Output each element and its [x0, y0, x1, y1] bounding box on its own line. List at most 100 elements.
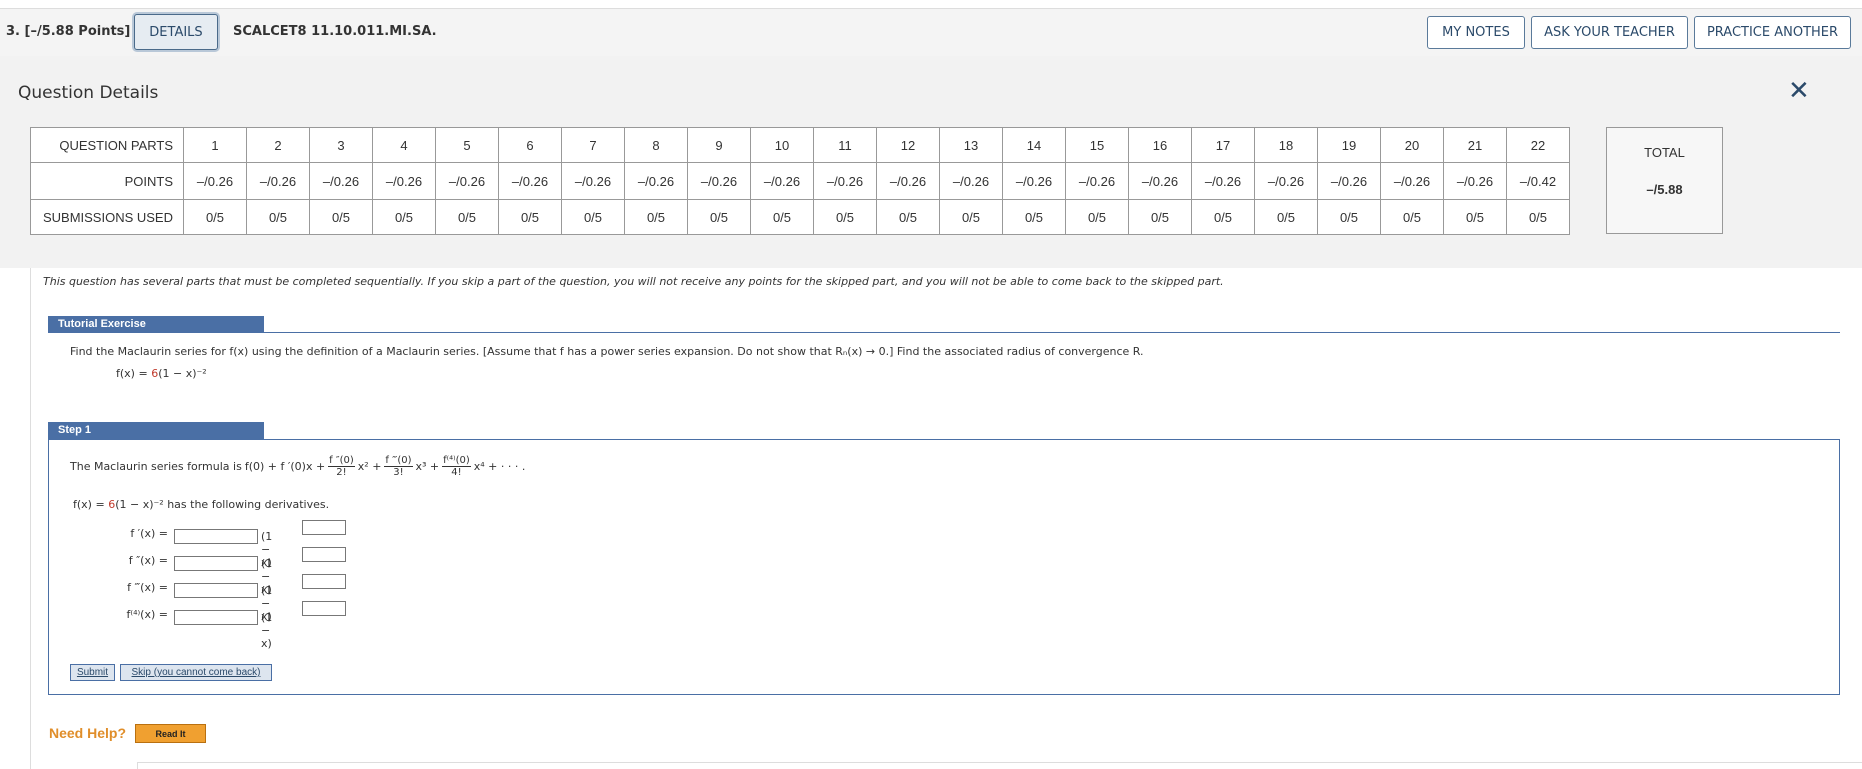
step-1-header: Step 1	[48, 422, 264, 439]
formula-term-3: f ‴(0) 3!	[384, 455, 413, 478]
part-points: –/0.26	[1128, 162, 1192, 200]
third-derivative-label: f ‴(x) =	[127, 581, 168, 594]
part-points: –/0.26	[1002, 162, 1066, 200]
third-derivative-coefficient-input[interactable]	[174, 583, 258, 598]
part-submissions: 0/5	[1380, 199, 1444, 235]
part-submissions: 0/5	[624, 199, 688, 235]
fourth-derivative-base: (1 − x)	[261, 611, 273, 650]
fourth-derivative-coefficient-input[interactable]	[174, 610, 258, 625]
part-submissions: 0/5	[372, 199, 436, 235]
part-submissions: 0/5	[309, 199, 373, 235]
tutorial-divider	[264, 332, 1840, 333]
points-row: POINTS –/0.26 –/0.26 –/0.26 –/0.26 –/0.2…	[30, 162, 1570, 200]
part-submissions: 0/5	[498, 199, 562, 235]
exercise-instructions: Find the Maclaurin series for f(x) using…	[70, 345, 1144, 358]
ask-teacher-button[interactable]: ASK YOUR TEACHER	[1531, 16, 1688, 49]
fraction-numerator: f ‴(0)	[384, 455, 413, 467]
points-row-label: POINTS	[30, 162, 184, 200]
need-help-label: Need Help?	[49, 725, 127, 741]
part-number: 16	[1128, 127, 1192, 163]
deriv-intro-rhs: (1 − x)⁻² has the following derivatives.	[115, 498, 330, 511]
part-submissions: 0/5	[1317, 199, 1381, 235]
help-frame	[137, 762, 1862, 769]
question-details-title: Question Details	[18, 83, 159, 103]
part-points: –/0.42	[1506, 162, 1570, 200]
part-submissions: 0/5	[939, 199, 1003, 235]
submissions-row-label: SUBMISSIONS USED	[30, 199, 184, 235]
part-number: 12	[876, 127, 940, 163]
first-derivative-label: f ′(x) =	[130, 527, 168, 540]
part-number: 5	[435, 127, 499, 163]
total-value: –/5.88	[1646, 182, 1683, 197]
part-number: 10	[750, 127, 814, 163]
part-points: –/0.26	[435, 162, 499, 200]
my-notes-button[interactable]: MY NOTES	[1427, 16, 1525, 49]
function-definition: f(x) = 6(1 − x)⁻²	[116, 367, 207, 380]
part-points: –/0.26	[750, 162, 814, 200]
fourth-derivative-label: f⁽⁴⁾(x) =	[126, 608, 169, 621]
first-derivative-coefficient-input[interactable]	[174, 529, 258, 544]
part-points: –/0.26	[1065, 162, 1129, 200]
question-code: SCALCET8 11.10.011.MI.SA.	[233, 24, 437, 39]
part-points: –/0.26	[183, 162, 247, 200]
third-derivative-exponent-input[interactable]	[302, 574, 346, 589]
part-submissions: 0/5	[1002, 199, 1066, 235]
part-submissions: 0/5	[435, 199, 499, 235]
part-number: 19	[1317, 127, 1381, 163]
formula-term-2: f ″(0) 2!	[328, 455, 355, 478]
deriv-intro-lhs: f(x) =	[73, 498, 109, 511]
close-icon[interactable]: ✕	[1788, 78, 1810, 104]
part-submissions: 0/5	[183, 199, 247, 235]
formula-power: x³ +	[415, 460, 440, 473]
formula-power: x⁴ + · · · .	[473, 460, 526, 473]
part-number: 22	[1506, 127, 1570, 163]
part-submissions: 0/5	[1128, 199, 1192, 235]
formula-intro: The Maclaurin series formula is	[70, 460, 242, 473]
first-derivative-exponent-input[interactable]	[302, 520, 346, 535]
part-submissions: 0/5	[1506, 199, 1570, 235]
fraction-denominator: 2!	[336, 467, 347, 478]
part-points: –/0.26	[624, 162, 688, 200]
part-points: –/0.26	[1443, 162, 1507, 200]
read-it-button[interactable]: Read It	[135, 724, 206, 743]
practice-another-button[interactable]: PRACTICE ANOTHER	[1694, 16, 1851, 49]
part-points: –/0.26	[1380, 162, 1444, 200]
function-lhs: f(x) =	[116, 367, 152, 380]
maclaurin-formula: The Maclaurin series formula is f(0) + f…	[70, 455, 525, 478]
part-points: –/0.26	[876, 162, 940, 200]
part-points: –/0.26	[309, 162, 373, 200]
second-derivative-exponent-input[interactable]	[302, 547, 346, 562]
formula-start: f(0) + f ′(0)x +	[244, 460, 326, 473]
tutorial-exercise-header: Tutorial Exercise	[48, 316, 264, 333]
part-number: 20	[1380, 127, 1444, 163]
part-submissions: 0/5	[246, 199, 310, 235]
question-parts-table: QUESTION PARTS 1 2 3 4 5 6 7 8 9 10 11 1…	[30, 127, 1570, 235]
part-number: 4	[372, 127, 436, 163]
fourth-derivative-exponent-input[interactable]	[302, 601, 346, 616]
submissions-row: SUBMISSIONS USED 0/5 0/5 0/5 0/5 0/5 0/5…	[30, 199, 1570, 235]
part-number: 13	[939, 127, 1003, 163]
second-derivative-label: f ″(x) =	[128, 554, 168, 567]
parts-row-label: QUESTION PARTS	[30, 127, 184, 163]
part-number: 15	[1065, 127, 1129, 163]
part-points: –/0.26	[1317, 162, 1381, 200]
part-number: 8	[624, 127, 688, 163]
part-number: 17	[1191, 127, 1255, 163]
second-derivative-coefficient-input[interactable]	[174, 556, 258, 571]
submit-button[interactable]: Submit	[70, 664, 115, 681]
total-label: TOTAL	[1644, 145, 1685, 160]
part-submissions: 0/5	[561, 199, 625, 235]
part-number: 9	[687, 127, 751, 163]
skip-button[interactable]: Skip (you cannot come back)	[120, 664, 272, 681]
derivatives-intro: f(x) = 6(1 − x)⁻² has the following deri…	[73, 498, 329, 511]
part-number: 21	[1443, 127, 1507, 163]
details-button[interactable]: DETAILS	[134, 14, 218, 50]
part-points: –/0.26	[939, 162, 1003, 200]
part-number: 6	[498, 127, 562, 163]
fraction-numerator: f ″(0)	[328, 455, 355, 467]
part-points: –/0.26	[372, 162, 436, 200]
formula-term-4: f⁽⁴⁾(0) 4!	[442, 455, 471, 478]
total-box: TOTAL –/5.88	[1606, 127, 1723, 234]
function-rhs: (1 − x)⁻²	[158, 367, 207, 380]
part-number: 14	[1002, 127, 1066, 163]
